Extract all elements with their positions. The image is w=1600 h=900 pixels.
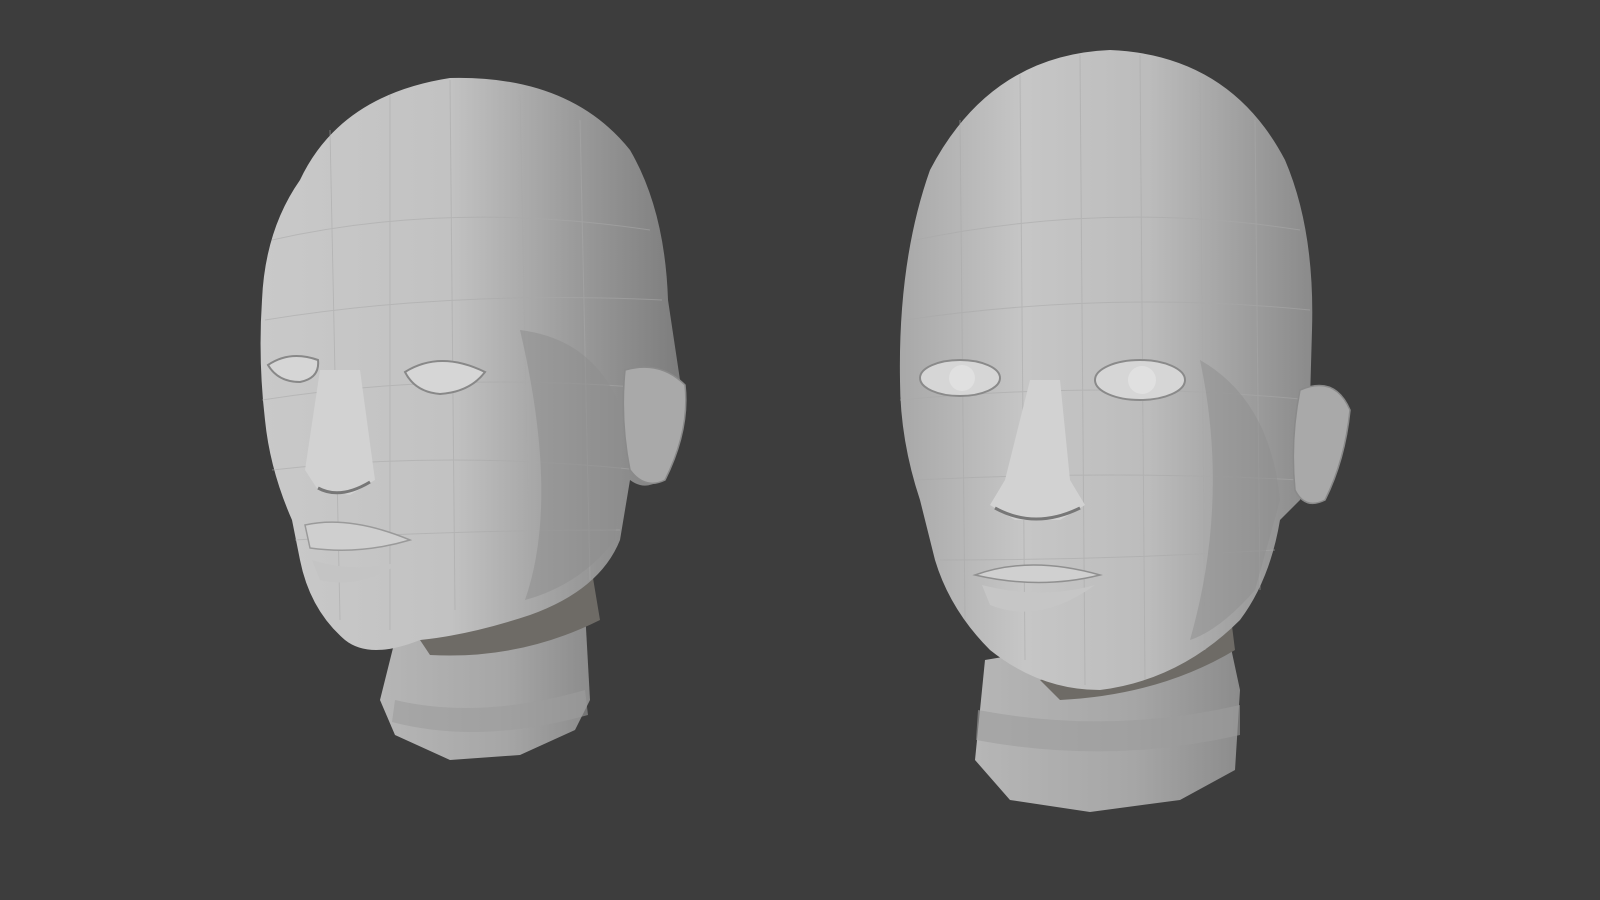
right-head-ear xyxy=(1292,384,1351,505)
left-head-ear xyxy=(622,366,687,485)
low-poly-head-right[interactable] xyxy=(899,50,1351,812)
3d-viewport[interactable] xyxy=(0,0,1600,900)
low-poly-head-left[interactable] xyxy=(260,77,687,760)
viewport-canvas xyxy=(260,50,1351,812)
